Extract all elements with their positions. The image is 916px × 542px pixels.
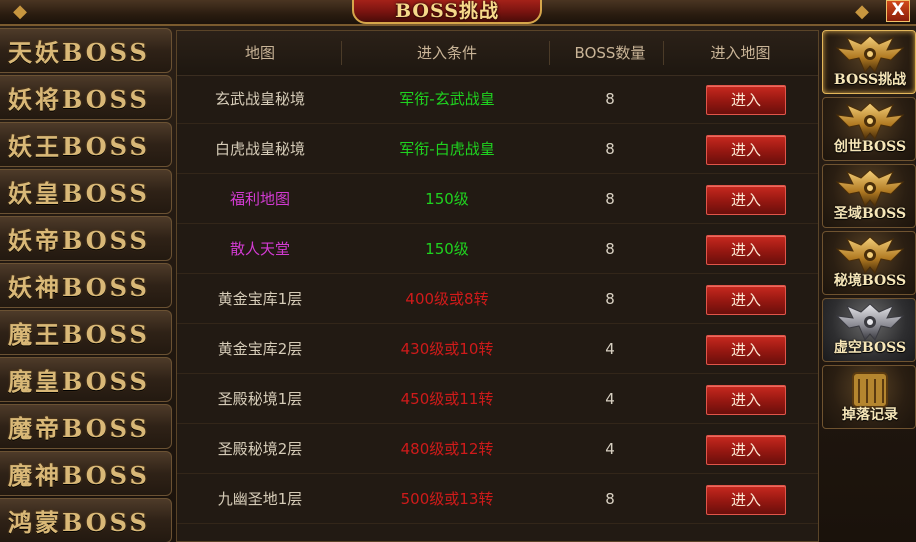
left-nav-item[interactable]: 魔皇BOSS <box>0 357 172 402</box>
right-nav-item[interactable]: 圣域BOSS <box>822 164 916 228</box>
right-nav-item[interactable]: 虚空BOSS <box>822 298 916 362</box>
left-nav-label: 鸿蒙BOSS <box>8 508 150 537</box>
table-row: 黄金宝库1层 400级或8转 8 进入 <box>177 275 818 324</box>
left-nav-label: 天妖BOSS <box>8 38 150 67</box>
corner-ornament-left: ◆ <box>13 1 27 22</box>
table-row: 白虎战皇秘境 军衔-白虎战皇 8 进入 <box>177 125 818 174</box>
map-name-cell: 黄金宝库1层 <box>217 290 303 308</box>
entry-condition-cell: 430级或10转 <box>400 340 494 358</box>
boss-count-cell: 4 <box>605 390 615 408</box>
left-nav-item[interactable]: 魔帝BOSS <box>0 404 172 449</box>
corner-ornament-right: ◆ <box>855 1 869 22</box>
map-name-cell: 圣殿秘境2层 <box>217 440 303 458</box>
map-name-cell: 散人天堂 <box>229 240 290 258</box>
window-title: BOSS挑战 <box>395 0 499 22</box>
right-nav-label: 虚空BOSS <box>833 340 907 356</box>
right-nav-item[interactable]: BOSS挑战 <box>822 30 916 94</box>
close-button[interactable]: X <box>886 0 910 22</box>
left-nav-label: 妖将BOSS <box>8 85 150 114</box>
map-name-cell: 圣殿秘境1层 <box>217 390 303 408</box>
right-nav-label: 圣域BOSS <box>833 206 907 222</box>
map-name-cell: 玄武战皇秘境 <box>214 90 305 108</box>
table-row: 圣殿秘境1层 450级或11转 4 进入 <box>177 375 818 424</box>
enter-map-button[interactable]: 进入 <box>706 185 786 215</box>
enter-map-button[interactable]: 进入 <box>706 285 786 315</box>
left-nav-label: 妖神BOSS <box>8 273 150 302</box>
header-divider <box>341 41 342 65</box>
enter-map-button[interactable]: 进入 <box>706 235 786 265</box>
boss-count-cell: 8 <box>605 140 615 158</box>
header-count: BOSS数量 <box>574 44 646 62</box>
boss-map-table: 地图 进入条件 BOSS数量 进入地图 玄武战皇秘境 军衔-玄武战皇 8 进入 白虎战皇… <box>176 30 819 542</box>
entry-condition-cell: 军衔-白虎战皇 <box>399 140 495 158</box>
boss-count-cell: 8 <box>605 240 615 258</box>
title-plate: BOSS挑战 <box>352 0 542 24</box>
right-nav-item[interactable]: 掉落记录 <box>822 365 916 429</box>
header-map: 地图 <box>244 44 275 62</box>
entry-condition-cell: 150级 <box>425 190 469 208</box>
right-nav-label: 掉落记录 <box>842 407 898 423</box>
enter-map-button[interactable]: 进入 <box>706 485 786 515</box>
map-name-cell: 福利地图 <box>229 190 290 208</box>
left-nav-item[interactable]: 妖帝BOSS <box>0 216 172 261</box>
enter-map-button[interactable]: 进入 <box>706 435 786 465</box>
boss-count-cell: 8 <box>605 490 615 508</box>
boss-challenge-window: ◆ BOSS挑战 ◆ X 天妖BOSS 妖将BOSS 妖王BOSS 妖皇BOSS 妖帝B… <box>0 0 916 542</box>
map-name-cell: 黄金宝库2层 <box>217 340 303 358</box>
header-enter: 进入地图 <box>710 44 771 62</box>
left-nav-label: 魔王BOSS <box>8 320 150 349</box>
boss-count-cell: 8 <box>605 290 615 308</box>
right-nav-label: 秘境BOSS <box>833 273 907 289</box>
entry-condition-cell: 400级或8转 <box>405 290 489 308</box>
table-row: 圣殿秘境2层 480级或12转 4 进入 <box>177 425 818 474</box>
boss-count-cell: 8 <box>605 190 615 208</box>
left-nav-label: 魔皇BOSS <box>8 367 150 396</box>
boss-count-cell: 8 <box>605 90 615 108</box>
entry-condition-cell: 军衔-玄武战皇 <box>399 90 495 108</box>
table-row: 散人天堂 150级 8 进入 <box>177 225 818 274</box>
boss-count-cell: 4 <box>605 440 615 458</box>
left-nav-item[interactable]: 妖皇BOSS <box>0 169 172 214</box>
header-condition: 进入条件 <box>416 44 477 62</box>
left-nav-label: 妖王BOSS <box>8 132 150 161</box>
left-nav-label: 魔帝BOSS <box>8 414 150 443</box>
title-bar: ◆ BOSS挑战 ◆ X <box>0 0 916 26</box>
left-nav-item[interactable]: 魔神BOSS <box>0 451 172 496</box>
map-name-cell: 白虎战皇秘境 <box>214 140 305 158</box>
left-nav-label: 妖皇BOSS <box>8 179 150 208</box>
right-nav-label: 创世BOSS <box>833 139 907 155</box>
entry-condition-cell: 480级或12转 <box>400 440 494 458</box>
entry-condition-cell: 150级 <box>425 240 469 258</box>
left-nav-item[interactable]: 妖神BOSS <box>0 263 172 308</box>
left-nav-item[interactable]: 妖王BOSS <box>0 122 172 167</box>
table-row: 黄金宝库2层 430级或10转 4 进入 <box>177 325 818 374</box>
right-nav-label: BOSS挑战 <box>833 72 907 88</box>
entry-condition-cell: 500级或13转 <box>400 490 494 508</box>
left-boss-tier-nav: 天妖BOSS 妖将BOSS 妖王BOSS 妖皇BOSS 妖帝BOSS 妖神BOSS 魔王BO… <box>0 28 176 542</box>
right-nav-item[interactable]: 创世BOSS <box>822 97 916 161</box>
left-nav-label: 魔神BOSS <box>8 461 150 490</box>
enter-map-button[interactable]: 进入 <box>706 135 786 165</box>
left-nav-item[interactable]: 鸿蒙BOSS <box>0 498 172 542</box>
right-nav-item[interactable]: 秘境BOSS <box>822 231 916 295</box>
table-row: 九幽圣地1层 500级或13转 8 进入 <box>177 475 818 524</box>
left-nav-label: 妖帝BOSS <box>8 226 150 255</box>
left-nav-item[interactable]: 魔王BOSS <box>0 310 172 355</box>
right-category-nav: BOSS挑战 创世BOSS 圣域BOSS 秘境BOSS 虚空BOSS 掉落记录 <box>822 30 916 542</box>
boss-count-cell: 4 <box>605 340 615 358</box>
enter-map-button[interactable]: 进入 <box>706 85 786 115</box>
enter-map-button[interactable]: 进入 <box>706 335 786 365</box>
left-nav-item[interactable]: 妖将BOSS <box>0 75 172 120</box>
table-header: 地图 进入条件 BOSS数量 进入地图 <box>177 31 818 76</box>
entry-condition-cell: 450级或11转 <box>400 390 494 408</box>
table-row: 福利地图 150级 8 进入 <box>177 175 818 224</box>
left-nav-item[interactable]: 天妖BOSS <box>0 28 172 73</box>
table-row: 玄武战皇秘境 军衔-玄武战皇 8 进入 <box>177 75 818 124</box>
map-name-cell: 九幽圣地1层 <box>217 490 303 508</box>
enter-map-button[interactable]: 进入 <box>706 385 786 415</box>
